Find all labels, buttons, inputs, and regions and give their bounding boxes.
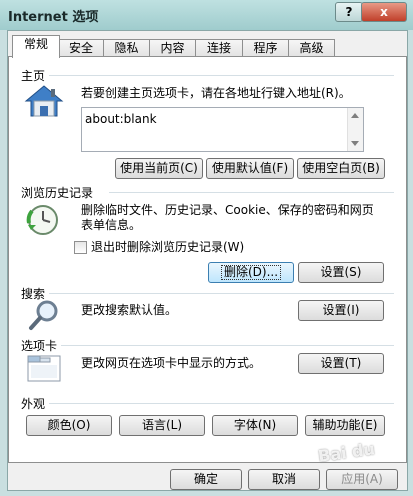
home-description: 若要创建主页选项卡，请在各地址行键入地址(R)。 — [81, 86, 351, 100]
general-tab-panel: 主页 若要创建主页选项卡，请在各地址行键入地址(R)。 about:blank … — [8, 56, 407, 463]
dialog-client: 常规 安全 隐私 内容 连接 程序 高级 主页 若要创建主页选项卡，请在各地址行… — [7, 30, 408, 491]
delete-history-button[interactable]: 删除(D)... — [208, 262, 294, 283]
internet-options-window: Internet 选项 ? x 常规 安全 隐私 内容 连接 程序 高级 主页 … — [0, 0, 413, 496]
tab-privacy[interactable]: 隐私 — [103, 39, 150, 57]
divider — [49, 403, 394, 404]
use-blank-button[interactable]: 使用空白页(B) — [297, 158, 385, 179]
tab-connections[interactable]: 连接 — [195, 39, 243, 57]
tabs-settings-button[interactable]: 设置(T) — [298, 353, 384, 374]
help-button[interactable]: ? — [335, 2, 363, 22]
tab-advanced[interactable]: 高级 — [288, 39, 335, 57]
tab-general[interactable]: 常规 — [12, 35, 60, 58]
divider — [49, 293, 394, 294]
search-description: 更改搜索默认值。 — [81, 303, 178, 317]
appearance-group-title: 外观 — [21, 397, 46, 411]
history-group-title: 浏览历史记录 — [21, 186, 94, 200]
address-scrollbar[interactable] — [347, 108, 363, 151]
use-default-button[interactable]: 使用默认值(F) — [206, 158, 294, 179]
delete-on-exit-label[interactable]: 退出时删除浏览历史记录(W) — [91, 240, 244, 255]
home-address-textarea[interactable]: about:blank — [81, 107, 364, 152]
history-clock-icon — [26, 205, 58, 235]
window-title: Internet 选项 — [8, 10, 99, 25]
tab-programs[interactable]: 程序 — [242, 39, 289, 57]
history-settings-button[interactable]: 设置(S) — [298, 262, 384, 283]
title-bar[interactable]: Internet 选项 ? x — [0, 0, 413, 30]
colors-button[interactable]: 颜色(O) — [26, 415, 112, 436]
close-button[interactable]: x — [361, 2, 407, 22]
divider — [49, 75, 394, 76]
home-icon — [24, 85, 64, 117]
divider — [61, 345, 394, 346]
search-settings-button[interactable]: 设置(I) — [298, 300, 384, 321]
accessibility-button[interactable]: 辅助功能(E) — [305, 415, 385, 436]
tabs-group-title: 选项卡 — [21, 339, 58, 353]
history-description-line1: 删除临时文件、历史记录、Cookie、保存的密码和网页 — [81, 203, 374, 217]
scroll-down-arrow-icon[interactable] — [351, 141, 359, 146]
home-address-value: about:blank — [85, 112, 157, 126]
search-magnifier-icon — [29, 300, 58, 330]
delete-on-exit-checkbox[interactable] — [74, 241, 87, 254]
use-current-button[interactable]: 使用当前页(C) — [115, 158, 203, 179]
apply-button[interactable]: 应用(A) — [326, 469, 398, 490]
tab-content[interactable]: 内容 — [149, 39, 196, 57]
cancel-button[interactable]: 取消 — [248, 469, 320, 490]
ok-button[interactable]: 确定 — [170, 469, 242, 490]
tab-strip: 常规 安全 隐私 内容 连接 程序 高级 — [8, 35, 407, 58]
tabs-window-icon — [27, 355, 61, 382]
scroll-up-arrow-icon[interactable] — [351, 113, 359, 118]
fonts-button[interactable]: 字体(N) — [212, 415, 298, 436]
languages-button[interactable]: 语言(L) — [119, 415, 205, 436]
tabs-description: 更改网页在选项卡中显示的方式。 — [81, 356, 262, 370]
tab-security[interactable]: 安全 — [58, 39, 104, 57]
history-description-line2: 表单信息。 — [81, 218, 142, 232]
home-group-title: 主页 — [21, 69, 46, 83]
divider — [109, 192, 394, 193]
